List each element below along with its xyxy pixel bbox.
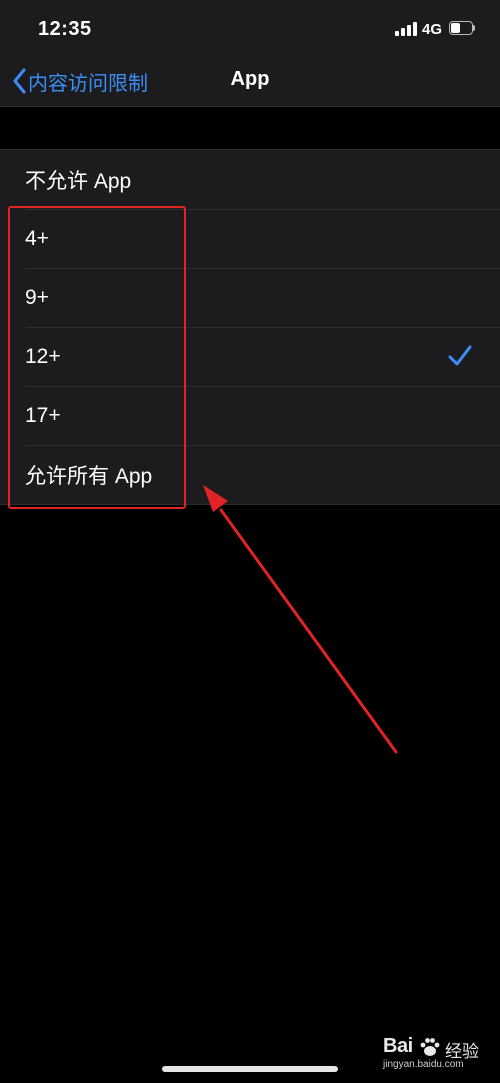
home-indicator[interactable] <box>162 1066 338 1072</box>
checkmark-icon <box>448 345 472 366</box>
page-title: App <box>230 68 270 90</box>
watermark-brand: Bai <box>383 1035 413 1057</box>
status-bar: 12:35 4G <box>0 0 500 56</box>
paw-icon <box>420 1038 440 1056</box>
navigation-bar: 内容访问限制 App <box>0 56 500 107</box>
option-label: 不允许 App <box>25 169 132 193</box>
battery-icon <box>449 21 475 35</box>
signal-icon <box>395 22 419 36</box>
baidu-watermark: Bai 经验 jingyan.baidu.com <box>383 1035 498 1075</box>
network-type: 4G <box>422 21 443 38</box>
screen: 12:35 4G 内容访问限制 App 不允许 App 4+ 9+ 12+ 17… <box>0 0 500 1083</box>
option-dont-allow-apps[interactable]: 不允许 App <box>0 150 500 209</box>
status-time: 12:35 <box>38 18 92 40</box>
annotation-highlight-box <box>8 206 186 509</box>
watermark-domain: jingyan.baidu.com <box>383 1059 464 1070</box>
